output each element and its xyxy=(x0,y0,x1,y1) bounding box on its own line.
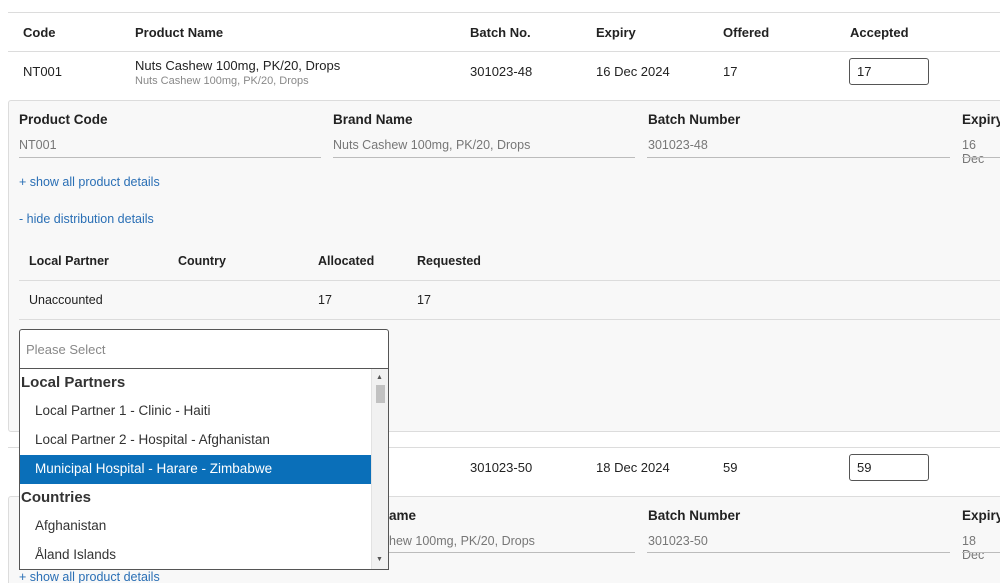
dist-allocated: 17 xyxy=(318,293,332,307)
optgroup-countries: Countries xyxy=(21,489,92,506)
expiry-underline xyxy=(962,552,1000,553)
batch-number-value: 301023-50 xyxy=(648,534,708,548)
brand-name-value: Nuts Cashew 100mg, PK/20, Drops xyxy=(333,138,531,152)
dist-header-divider xyxy=(19,280,1000,281)
expiry-value: 16 Dec xyxy=(962,138,985,166)
brand-name-label: ame xyxy=(389,508,417,523)
header-product-name: Product Name xyxy=(135,25,224,40)
brand-name-underline xyxy=(389,552,635,553)
table-top-border xyxy=(8,12,1000,13)
accepted-input[interactable] xyxy=(849,58,929,85)
row-offered: 59 xyxy=(723,460,738,475)
dist-local-partner: Unaccounted xyxy=(29,293,103,307)
option-aland-islands[interactable]: Åland Islands xyxy=(20,541,372,569)
batch-number-value: 301023-48 xyxy=(648,138,708,152)
optgroup-local-partners: Local Partners xyxy=(21,374,126,391)
product-code-underline xyxy=(19,157,321,158)
batch-number-underline xyxy=(647,157,950,158)
dist-header-country: Country xyxy=(178,254,226,268)
dist-requested: 17 xyxy=(417,293,431,307)
show-product-details-link[interactable]: + show all product details xyxy=(19,175,160,189)
scroll-thumb[interactable] xyxy=(376,385,385,403)
option-local-partner-1[interactable]: Local Partner 1 - Clinic - Haiti xyxy=(20,397,372,426)
row-offered: 17 xyxy=(723,64,738,79)
header-offered: Offered xyxy=(723,25,770,40)
row-code: NT001 xyxy=(23,64,63,79)
local-partner-select[interactable]: Please Select xyxy=(19,329,389,369)
brand-name-value: hew 100mg, PK/20, Drops xyxy=(389,534,535,548)
show-product-details-link[interactable]: + show all product details xyxy=(19,570,160,583)
batch-number-label: Batch Number xyxy=(648,112,741,127)
header-divider xyxy=(8,51,1000,52)
batch-number-underline xyxy=(647,552,950,553)
option-municipal-hospital[interactable]: Municipal Hospital - Harare - Zimbabwe xyxy=(20,455,372,484)
row-product-name: Nuts Cashew 100mg, PK/20, Drops xyxy=(135,58,341,73)
hide-distribution-details-link[interactable]: - hide distribution details xyxy=(19,212,154,226)
expiry-label: Expiry xyxy=(962,508,1000,523)
expiry-underline xyxy=(962,157,1000,158)
product-code-label: Product Code xyxy=(19,112,108,127)
header-batch-no: Batch No. xyxy=(470,25,531,40)
header-expiry: Expiry xyxy=(596,25,636,40)
option-afghanistan[interactable]: Afghanistan xyxy=(20,512,372,541)
row-batch-no: 301023-48 xyxy=(470,64,533,79)
brand-name-underline xyxy=(333,157,635,158)
row-batch-no: 301023-50 xyxy=(470,460,533,475)
dist-header-local-partner: Local Partner xyxy=(29,254,109,268)
local-partner-listbox[interactable]: Local Partners Local Partner 1 - Clinic … xyxy=(19,369,389,570)
batch-number-label: Batch Number xyxy=(648,508,741,523)
row-product-subtitle: Nuts Cashew 100mg, PK/20, Drops xyxy=(135,75,309,87)
dist-header-requested: Requested xyxy=(417,254,481,268)
dist-row-divider xyxy=(19,319,1000,320)
header-accepted: Accepted xyxy=(850,25,909,40)
header-code: Code xyxy=(23,25,56,40)
expiry-value: 18 Dec xyxy=(962,534,985,562)
brand-name-label: Brand Name xyxy=(333,112,413,127)
product-code-value: NT001 xyxy=(19,138,57,152)
dist-header-allocated: Allocated xyxy=(318,254,375,268)
row-expiry: 18 Dec 2024 xyxy=(596,460,670,475)
accepted-input[interactable] xyxy=(849,454,929,481)
option-local-partner-2[interactable]: Local Partner 2 - Hospital - Afghanistan xyxy=(20,426,372,455)
scroll-down-icon[interactable]: ▼ xyxy=(376,556,383,564)
listbox-scrollbar[interactable]: ▲ ▼ xyxy=(371,369,388,569)
expiry-label: Expiry xyxy=(962,112,1000,127)
row-expiry: 16 Dec 2024 xyxy=(596,64,670,79)
scroll-up-icon[interactable]: ▲ xyxy=(376,374,383,382)
